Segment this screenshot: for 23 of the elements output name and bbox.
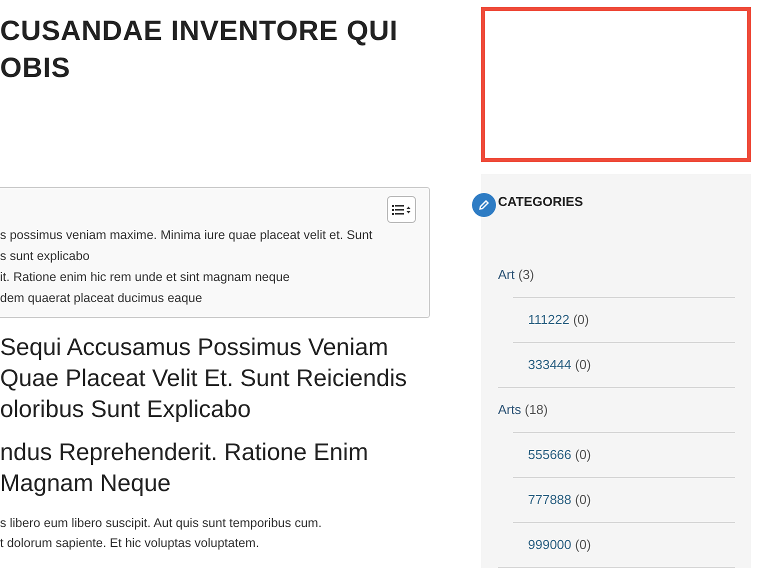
category-link[interactable]: 555666 (0) xyxy=(528,447,591,462)
toc-link[interactable]: s possimus veniam maxime. Minima iure quae placeat velit et. Sunt xyxy=(0,225,429,246)
category-link[interactable]: 111222 (0) xyxy=(528,312,589,327)
category-link[interactable]: Arts (18) xyxy=(498,402,548,417)
toc-toggle-button[interactable] xyxy=(387,196,416,223)
list-icon xyxy=(392,204,412,216)
category-link[interactable]: 777888 (0) xyxy=(528,492,591,507)
paragraph-text: t dolorum sapiente. Et hic voluptas voluptatem. xyxy=(0,535,260,552)
widget-title: CATEGORIES xyxy=(498,192,584,210)
section-heading: oloribus Sunt Explicabo xyxy=(0,395,252,425)
toc-link[interactable]: s sunt explicabo xyxy=(0,246,429,267)
article-title: OBIS xyxy=(0,51,72,85)
toc-link[interactable]: it. Ratione enim hic rem unde et sint magnam neque xyxy=(0,267,429,288)
section-heading: Sequi Accusamus Possimus Veniam xyxy=(0,333,390,363)
paragraph-text: s libero eum libero suscipit. Aut quis sunt temporibus cum. xyxy=(0,515,323,532)
section-heading: Magnam Neque xyxy=(0,469,172,499)
category-link[interactable]: 999000 (0) xyxy=(528,537,591,552)
article-title: CUSANDAE INVENTORE QUI xyxy=(0,14,399,48)
category-link[interactable]: Art (3) xyxy=(498,267,534,282)
category-link[interactable]: 333444 (0) xyxy=(528,357,591,372)
section-heading: Quae Placeat Velit Et. Sunt Reiciendis xyxy=(0,364,408,394)
toc-link[interactable]: dem quaerat placeat ducimus eaque xyxy=(0,288,429,309)
section-heading: ndus Reprehenderit. Ratione Enim xyxy=(0,438,370,468)
